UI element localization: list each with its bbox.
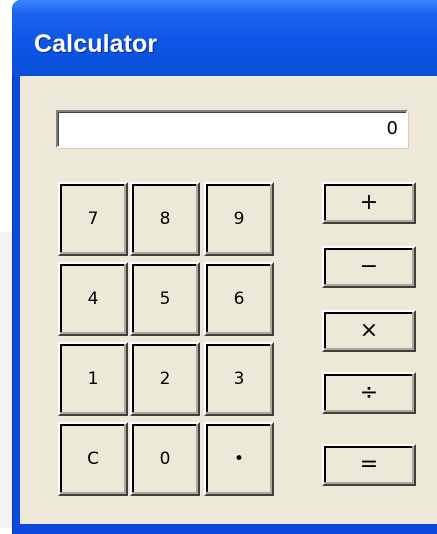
multiply-label: × xyxy=(359,318,379,343)
key-1[interactable]: 1 xyxy=(58,342,128,416)
display-value: 0 xyxy=(386,118,398,139)
add-label: + xyxy=(359,190,379,215)
key-7[interactable]: 7 xyxy=(58,182,128,256)
key-0[interactable]: 0 xyxy=(130,422,200,496)
equals-button[interactable]: = xyxy=(322,444,416,486)
key-8[interactable]: 8 xyxy=(130,182,200,256)
equals-label: = xyxy=(359,452,379,477)
key-5[interactable]: 5 xyxy=(130,262,200,336)
key-2[interactable]: 2 xyxy=(130,342,200,416)
add-button[interactable]: + xyxy=(322,182,416,224)
title-bar[interactable]: Calculator xyxy=(12,0,437,76)
clear-button[interactable]: C xyxy=(58,422,128,496)
subtract-label: − xyxy=(359,254,379,279)
window-title: Calculator xyxy=(34,30,158,58)
divide-label: ÷ xyxy=(359,380,379,405)
result-display: 0 xyxy=(56,110,408,148)
calculator-window: Calculator 0 7 8 9 4 5 6 1 2 3 C 0 • + −… xyxy=(12,0,437,534)
subtract-button[interactable]: − xyxy=(322,246,416,288)
key-9[interactable]: 9 xyxy=(204,182,274,256)
key-6[interactable]: 6 xyxy=(204,262,274,336)
multiply-button[interactable]: × xyxy=(322,310,416,352)
divide-button[interactable]: ÷ xyxy=(322,372,416,414)
key-4[interactable]: 4 xyxy=(58,262,128,336)
desktop: Calculator 0 7 8 9 4 5 6 1 2 3 C 0 • + −… xyxy=(0,0,437,534)
key-3[interactable]: 3 xyxy=(204,342,274,416)
calculator-body: 0 7 8 9 4 5 6 1 2 3 C 0 • + − × ÷ = xyxy=(20,76,437,524)
decimal-button[interactable]: • xyxy=(204,422,274,496)
